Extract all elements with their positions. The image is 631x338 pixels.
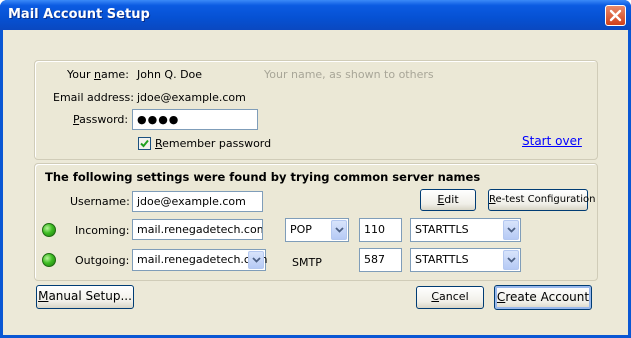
username-label: Username:	[70, 195, 130, 208]
outgoing-server-select[interactable]: mail.renegadetech.com	[132, 249, 267, 271]
incoming-status-icon	[42, 223, 56, 237]
chevron-down-icon[interactable]	[503, 220, 519, 240]
chevron-down-icon[interactable]	[331, 220, 347, 240]
chevron-down-icon[interactable]	[503, 250, 519, 270]
manual-setup-button[interactable]: Manual Setup...	[36, 285, 134, 309]
outgoing-label: Outgoing:	[75, 254, 130, 267]
server-settings-group: The following settings were found by try…	[34, 163, 598, 281]
outgoing-protocol: SMTP	[292, 256, 322, 269]
start-over-link[interactable]: Start over	[522, 134, 582, 148]
remember-password-checkbox[interactable]	[138, 137, 151, 150]
incoming-label: Incoming:	[75, 224, 130, 237]
incoming-server-field[interactable]: mail.renegadetech.com	[132, 219, 263, 240]
cancel-button[interactable]: Cancel	[416, 286, 484, 309]
remember-password-label[interactable]: Remember password	[155, 137, 271, 150]
password-field[interactable]: ●●●●	[132, 109, 258, 130]
title-bar[interactable]: Mail Account Setup	[0, 0, 631, 30]
settings-heading: The following settings were found by try…	[45, 170, 481, 184]
close-button[interactable]	[605, 5, 626, 26]
email-label: Email address:	[53, 91, 134, 104]
incoming-protocol-value: POP	[290, 223, 312, 236]
incoming-security-select[interactable]: STARTTLS	[410, 218, 521, 242]
name-hint: Your name, as shown to others	[264, 68, 434, 81]
retest-configuration-button[interactable]: Re-test Configuration	[488, 189, 595, 211]
outgoing-port-field[interactable]: 587	[359, 248, 402, 272]
name-label-pre: Your	[67, 68, 94, 81]
mail-account-setup-window: Mail Account Setup Your name: John Q. Do…	[0, 0, 631, 338]
outgoing-status-icon	[42, 253, 56, 267]
cancel-label: ancel	[439, 290, 469, 303]
incoming-security-value: STARTTLS	[415, 223, 469, 236]
outgoing-security-value: STARTTLS	[415, 253, 469, 266]
password-label-post: assword:	[79, 113, 129, 126]
account-group: Your name: John Q. Doe Your name, as sho…	[34, 60, 598, 160]
edit-button[interactable]: Edit	[420, 189, 476, 211]
incoming-port-field[interactable]: 110	[359, 218, 402, 242]
email-value[interactable]: jdoe@example.com	[137, 91, 246, 104]
create-label: reate Account	[505, 290, 590, 304]
retest-label: e-test Configuration	[495, 194, 596, 205]
chevron-down-icon[interactable]	[248, 251, 264, 269]
name-label-post: ame:	[100, 68, 129, 81]
password-label: Password:	[73, 113, 128, 126]
remember-label-post: emember password	[162, 137, 272, 150]
username-field[interactable]: jdoe@example.com	[132, 191, 263, 212]
incoming-protocol-select[interactable]: POP	[285, 218, 349, 242]
outgoing-security-select[interactable]: STARTTLS	[410, 248, 521, 272]
manual-label: anual Setup...	[48, 289, 132, 303]
name-label-accesskey: n	[93, 68, 101, 81]
manual-accesskey: M	[38, 289, 49, 303]
edit-label: dit	[444, 193, 459, 206]
cancel-accesskey: C	[431, 290, 440, 303]
create-account-button[interactable]: Create Account	[494, 285, 592, 310]
dialog-body: Your name: John Q. Doe Your name, as sho…	[3, 30, 628, 335]
name-label: Your name:	[67, 68, 129, 81]
window-title: Mail Account Setup	[8, 7, 150, 22]
name-value[interactable]: John Q. Doe	[137, 68, 202, 81]
